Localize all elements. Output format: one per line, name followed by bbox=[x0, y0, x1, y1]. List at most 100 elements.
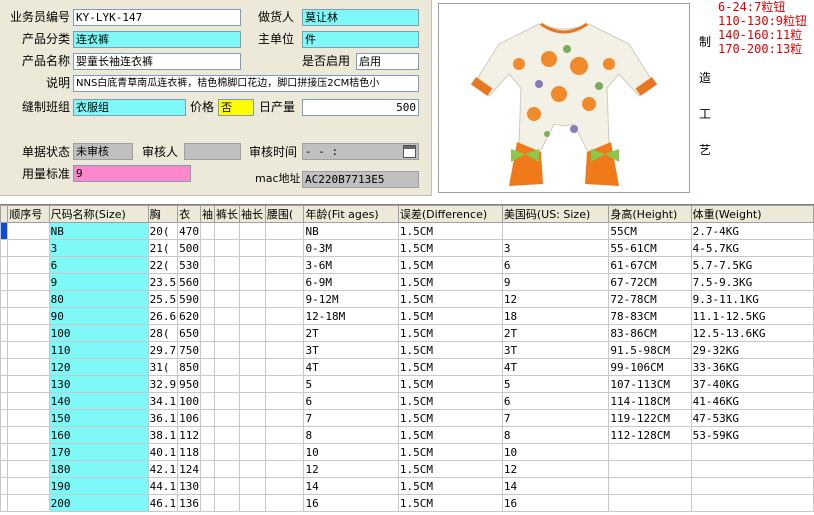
table-cell[interactable] bbox=[7, 443, 50, 461]
table-cell[interactable]: 33-36KG bbox=[690, 358, 814, 376]
table-cell[interactable]: 190 bbox=[48, 477, 149, 495]
table-cell[interactable]: 11.1-12.5KG bbox=[690, 307, 814, 325]
table-cell[interactable]: 8 bbox=[303, 426, 399, 444]
table-cell[interactable] bbox=[238, 256, 266, 274]
table-cell[interactable]: 41-46KG bbox=[690, 392, 814, 410]
table-cell[interactable]: 1.5CM bbox=[397, 477, 503, 495]
table-cell[interactable]: 470 bbox=[177, 222, 201, 240]
table-cell[interactable]: 80 bbox=[48, 290, 149, 308]
table-cell[interactable]: 106 bbox=[177, 409, 201, 427]
table-cell[interactable] bbox=[7, 375, 50, 393]
table-cell[interactable] bbox=[238, 222, 266, 240]
review-time-field[interactable]: - - : bbox=[302, 143, 419, 160]
column-header[interactable]: 身高(Height) bbox=[608, 205, 692, 223]
column-header[interactable]: 袖 bbox=[199, 205, 215, 223]
table-cell[interactable]: 4T bbox=[303, 358, 399, 376]
table-cell[interactable]: 0-3M bbox=[303, 239, 399, 257]
table-cell[interactable] bbox=[199, 341, 215, 359]
table-cell[interactable] bbox=[7, 324, 50, 342]
table-cell[interactable] bbox=[264, 324, 305, 342]
table-cell[interactable]: 67-72CM bbox=[608, 273, 692, 291]
table-cell[interactable]: 61-67CM bbox=[608, 256, 692, 274]
table-cell[interactable] bbox=[199, 426, 215, 444]
table-cell[interactable] bbox=[238, 239, 266, 257]
description-field[interactable]: NNS白底青草南瓜连衣裤，桔色棉脚口花边，脚口拼接压2CM桔色小 bbox=[73, 75, 419, 92]
table-cell[interactable]: 3 bbox=[48, 239, 149, 257]
table-cell[interactable]: 6 bbox=[303, 392, 399, 410]
table-cell[interactable] bbox=[7, 392, 50, 410]
table-cell[interactable]: 1.5CM bbox=[397, 409, 503, 427]
table-cell[interactable]: 1.5CM bbox=[397, 375, 503, 393]
table-cell[interactable] bbox=[199, 409, 215, 427]
column-header[interactable]: 尺码名称(Size) bbox=[48, 205, 149, 223]
table-cell[interactable] bbox=[213, 460, 240, 478]
table-cell[interactable] bbox=[213, 375, 240, 393]
table-cell[interactable]: 3-6M bbox=[303, 256, 399, 274]
table-cell[interactable] bbox=[264, 392, 305, 410]
column-header[interactable]: 顺序号 bbox=[7, 205, 50, 223]
table-cell[interactable] bbox=[264, 273, 305, 291]
table-row[interactable]: 110 29.7 750 3T 1.5CM 3T 91.5-98CM 29-32KG bbox=[0, 341, 814, 359]
table-cell[interactable]: 16 bbox=[303, 494, 399, 512]
table-cell[interactable]: 25.5 bbox=[147, 290, 179, 308]
column-header[interactable]: 体重(Weight) bbox=[690, 205, 814, 223]
table-cell[interactable]: 110 bbox=[48, 341, 149, 359]
table-cell[interactable] bbox=[238, 273, 266, 291]
table-cell[interactable]: 112-128CM bbox=[608, 426, 692, 444]
table-cell[interactable]: 23.5 bbox=[147, 273, 179, 291]
table-cell[interactable] bbox=[199, 460, 215, 478]
table-cell[interactable] bbox=[199, 392, 215, 410]
table-cell[interactable]: 91.5-98CM bbox=[608, 341, 692, 359]
table-cell[interactable] bbox=[690, 477, 814, 495]
table-cell[interactable] bbox=[238, 426, 266, 444]
table-row[interactable]: 130 32.9 950 5 1.5CM 5 107-113CM 37-40KG bbox=[0, 375, 814, 393]
table-cell[interactable] bbox=[213, 222, 240, 240]
table-cell[interactable]: 3 bbox=[501, 239, 610, 257]
table-cell[interactable]: 12.5-13.6KG bbox=[690, 324, 814, 342]
table-cell[interactable]: 180 bbox=[48, 460, 149, 478]
table-cell[interactable]: 4-5.7KG bbox=[690, 239, 814, 257]
column-header[interactable]: 袖长 bbox=[238, 205, 266, 223]
table-cell[interactable]: 160 bbox=[48, 426, 149, 444]
table-cell[interactable]: 2T bbox=[501, 324, 610, 342]
table-cell[interactable]: 1.5CM bbox=[397, 494, 503, 512]
table-cell[interactable]: 112 bbox=[177, 426, 201, 444]
table-cell[interactable] bbox=[264, 290, 305, 308]
daily-output-field[interactable]: 500 bbox=[302, 99, 419, 116]
salesman-field[interactable]: KY-LYK-147 bbox=[73, 9, 241, 26]
table-cell[interactable] bbox=[264, 341, 305, 359]
table-row[interactable]: 190 44.1 130 14 1.5CM 14 bbox=[0, 477, 814, 495]
table-cell[interactable] bbox=[690, 460, 814, 478]
table-cell[interactable] bbox=[199, 239, 215, 257]
table-cell[interactable] bbox=[199, 273, 215, 291]
table-cell[interactable]: 1.5CM bbox=[397, 341, 503, 359]
table-cell[interactable]: 7.5-9.3KG bbox=[690, 273, 814, 291]
table-cell[interactable] bbox=[264, 409, 305, 427]
table-row[interactable]: 170 40.1 118 10 1.5CM 10 bbox=[0, 443, 814, 461]
table-cell[interactable]: 10 bbox=[303, 443, 399, 461]
table-cell[interactable]: 1.5CM bbox=[397, 460, 503, 478]
table-cell[interactable]: 40.1 bbox=[147, 443, 179, 461]
table-cell[interactable] bbox=[199, 494, 215, 512]
table-cell[interactable] bbox=[238, 375, 266, 393]
table-cell[interactable]: 5.7-7.5KG bbox=[690, 256, 814, 274]
table-cell[interactable]: 124 bbox=[177, 460, 201, 478]
table-cell[interactable]: 55-61CM bbox=[608, 239, 692, 257]
table-cell[interactable] bbox=[608, 477, 692, 495]
table-cell[interactable] bbox=[7, 273, 50, 291]
table-cell[interactable] bbox=[199, 443, 215, 461]
table-cell[interactable] bbox=[199, 222, 215, 240]
table-cell[interactable]: 37-40KG bbox=[690, 375, 814, 393]
table-cell[interactable] bbox=[7, 409, 50, 427]
table-cell[interactable]: 32.9 bbox=[147, 375, 179, 393]
table-cell[interactable]: 99-106CM bbox=[608, 358, 692, 376]
table-cell[interactable] bbox=[608, 443, 692, 461]
enabled-field[interactable]: 启用 bbox=[356, 53, 419, 70]
table-cell[interactable]: 31( bbox=[147, 358, 179, 376]
table-cell[interactable]: 83-86CM bbox=[608, 324, 692, 342]
table-cell[interactable] bbox=[7, 256, 50, 274]
table-row[interactable]: 3 21(500 0-3M 1.5CM 3 55-61CM 4-5.7KG bbox=[0, 239, 814, 257]
table-cell[interactable] bbox=[7, 222, 50, 240]
table-cell[interactable]: 12 bbox=[303, 460, 399, 478]
size-grid[interactable]: 顺序号 尺码名称(Size) 胸衣袖裤长 袖长 腰围(年龄(Fit ages) 误差(Di… bbox=[0, 204, 814, 515]
